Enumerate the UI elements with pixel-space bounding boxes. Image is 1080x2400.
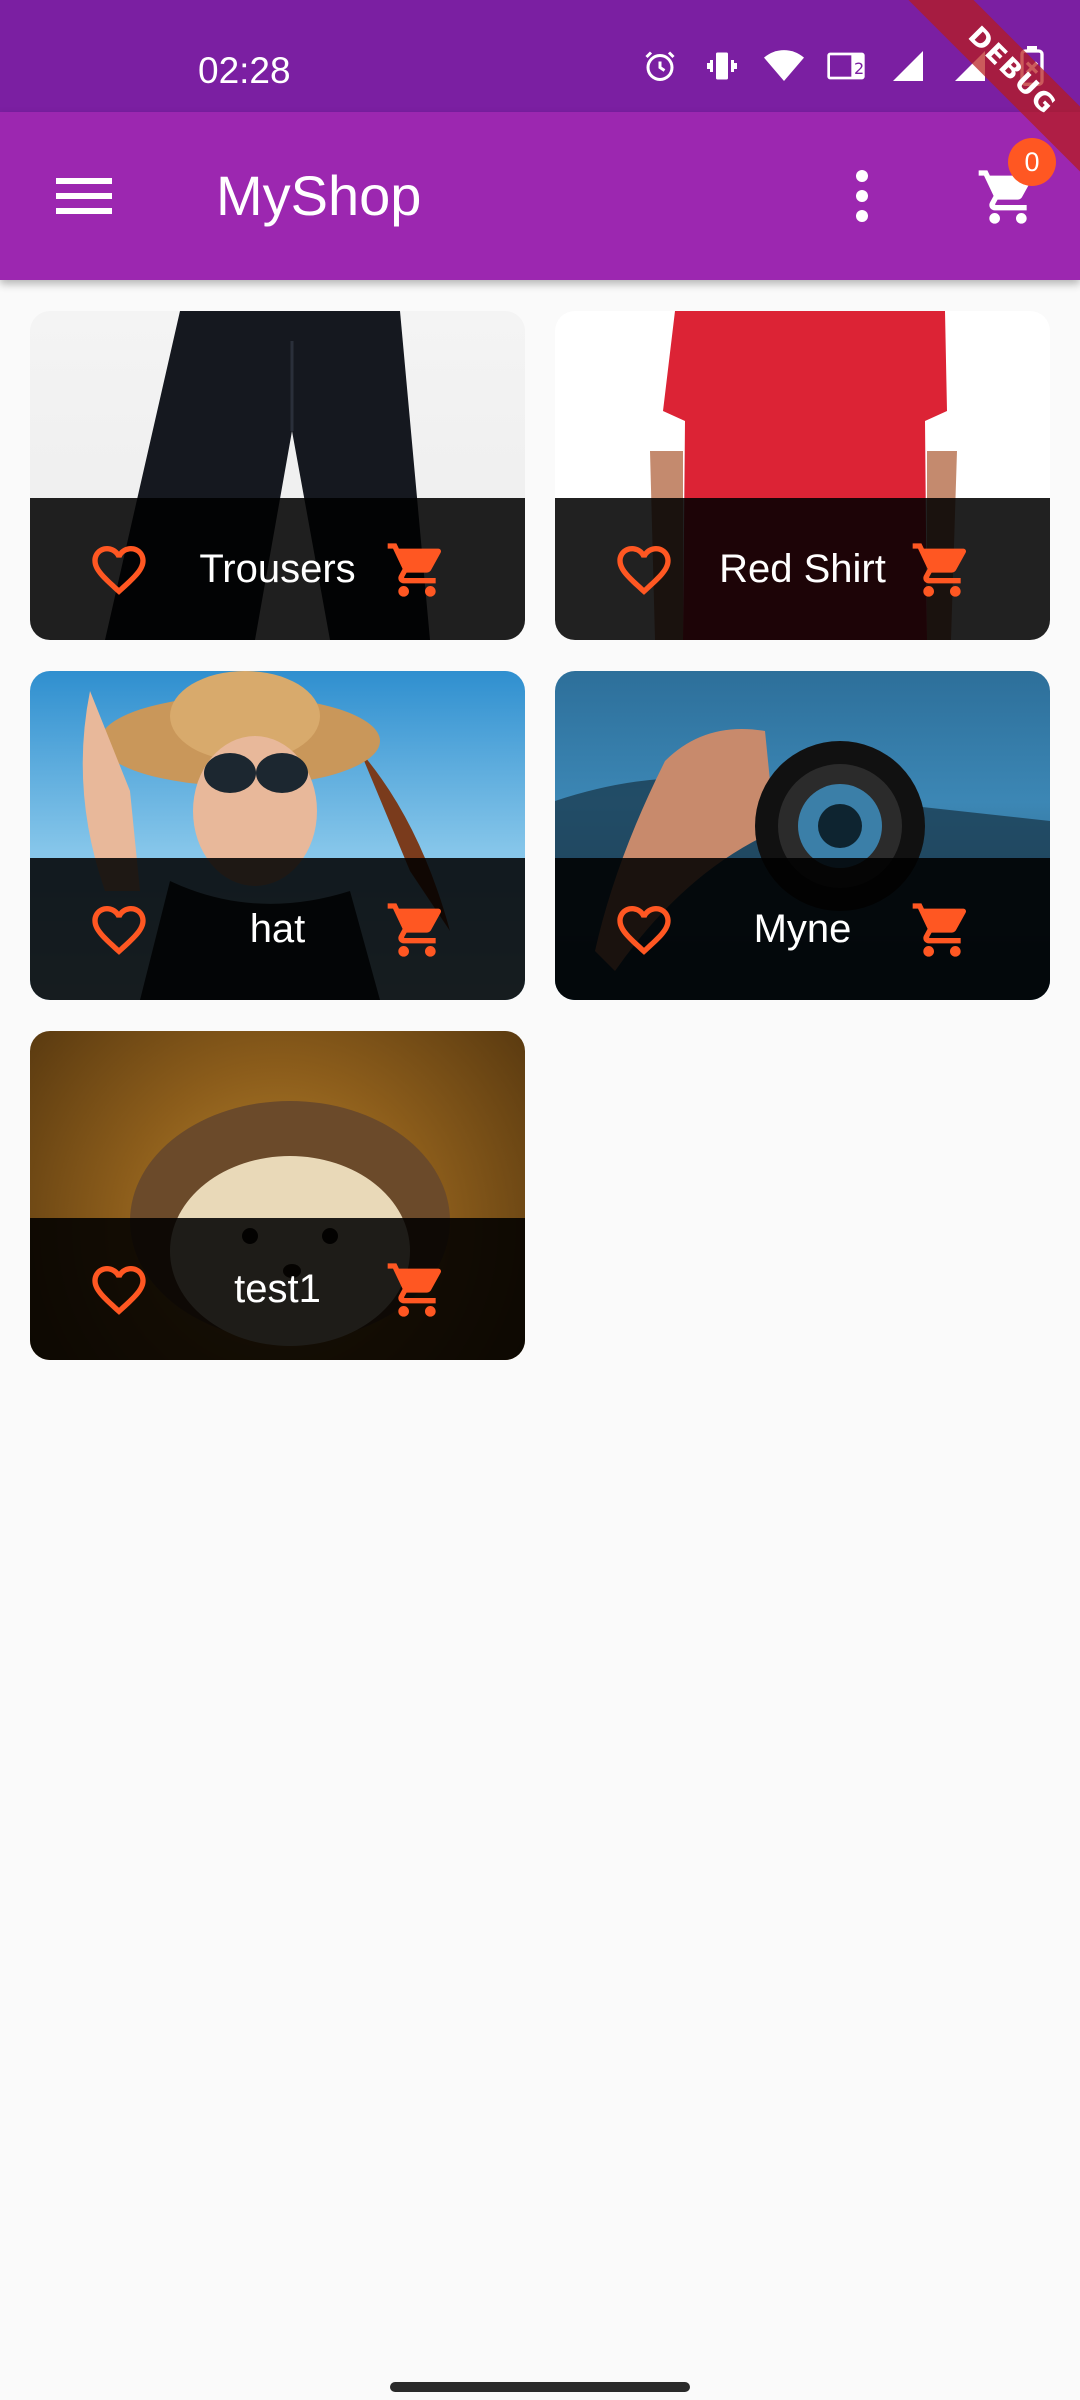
product-tile[interactable]: Myne	[555, 671, 1050, 1000]
shopping-cart-icon	[912, 903, 967, 957]
heart-outline-icon	[617, 546, 671, 595]
product-title: test1	[234, 1267, 321, 1311]
product-grid: Trousers Red Shirt hat Myne test1	[30, 311, 1050, 1360]
menu-button[interactable]	[36, 154, 132, 238]
favorite-button[interactable]	[83, 1254, 155, 1326]
heart-outline-icon	[617, 906, 671, 955]
add-to-cart-button[interactable]	[906, 534, 978, 606]
product-tile[interactable]: Red Shirt	[555, 311, 1050, 640]
vibrate-icon	[702, 46, 742, 86]
product-tile-footer: test1	[30, 1218, 525, 1360]
favorite-button[interactable]	[608, 534, 680, 606]
product-tile-footer: Red Shirt	[555, 498, 1050, 640]
product-tile[interactable]: hat	[30, 671, 525, 1000]
more-vert-icon	[856, 170, 868, 222]
add-to-cart-button[interactable]	[906, 894, 978, 966]
product-tile[interactable]: test1	[30, 1031, 525, 1360]
add-to-cart-button[interactable]	[381, 534, 453, 606]
heart-outline-icon	[92, 1266, 146, 1315]
product-title: Myne	[753, 907, 852, 951]
add-to-cart-button[interactable]	[381, 894, 453, 966]
status-time: 02:28	[198, 50, 291, 91]
shopping-cart-icon	[387, 903, 442, 957]
cart-count-badge: 0	[1008, 138, 1056, 186]
svg-text:2: 2	[854, 59, 864, 78]
alarm-icon	[640, 46, 680, 86]
product-tile-footer: hat	[30, 858, 525, 1000]
shopping-cart-icon	[912, 543, 967, 597]
status-bar: 02:28 2	[0, 0, 1080, 112]
heart-outline-icon	[92, 906, 146, 955]
app-title: MyShop	[216, 164, 422, 227]
product-title: Trousers	[199, 547, 356, 591]
battery-icon	[1012, 46, 1052, 86]
product-title: hat	[249, 907, 306, 951]
product-tile-footer: Myne	[555, 858, 1050, 1000]
wifi-icon	[764, 46, 804, 86]
status-icons: 2	[640, 46, 1052, 86]
signal-roaming-icon	[950, 46, 990, 86]
add-to-cart-button[interactable]	[381, 1254, 453, 1326]
hamburger-menu-icon	[56, 178, 112, 214]
more-options-button[interactable]	[820, 154, 904, 238]
favorite-button[interactable]	[608, 894, 680, 966]
product-tile[interactable]: Trousers	[30, 311, 525, 640]
product-tile-footer: Trousers	[30, 498, 525, 640]
signal-icon	[888, 46, 928, 86]
favorite-button[interactable]	[83, 894, 155, 966]
shopping-cart-icon	[387, 543, 442, 597]
app-bar: MyShop	[0, 112, 1080, 280]
gesture-navigation-bar[interactable]	[390, 2382, 690, 2392]
favorite-button[interactable]	[83, 534, 155, 606]
volte-icon: 2	[826, 46, 866, 86]
shopping-cart-icon	[387, 1263, 442, 1317]
product-title: Red Shirt	[719, 547, 886, 591]
heart-outline-icon	[92, 546, 146, 595]
